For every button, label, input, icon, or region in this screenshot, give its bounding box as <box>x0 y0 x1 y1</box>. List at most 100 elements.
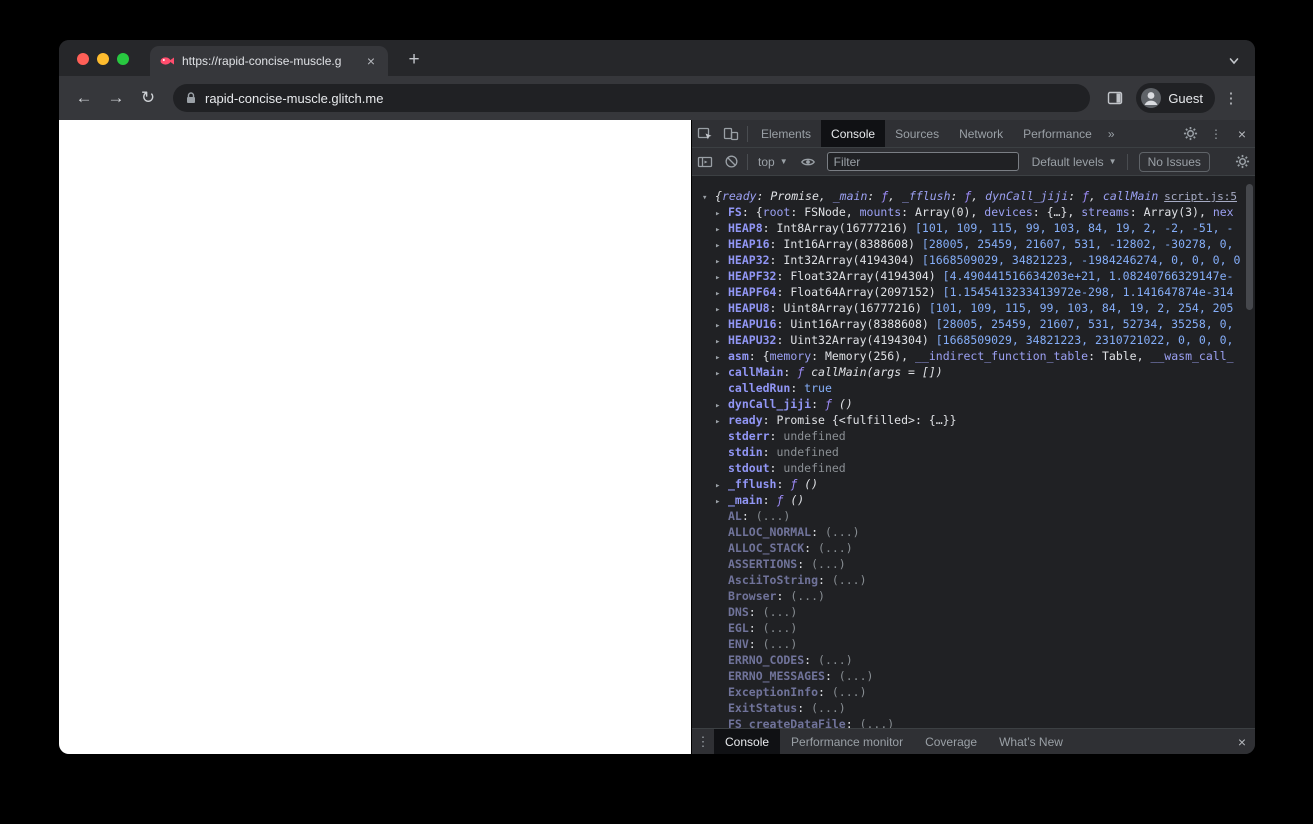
drawer-tab-console[interactable]: Console <box>714 729 781 754</box>
devtools-tab-sources[interactable]: Sources <box>885 120 949 147</box>
console-sidebar-icon[interactable] <box>692 149 718 175</box>
browser-tab[interactable]: https://rapid-concise-muscle.g × <box>150 46 388 76</box>
side-panel-icon[interactable] <box>1100 83 1130 113</box>
tab-close-icon[interactable]: × <box>363 53 379 69</box>
console-tree-row-heap8[interactable]: ▸ HEAP8: Int8Array(16777216) [101, 109, 1… <box>692 220 1255 236</box>
expand-arrow-icon[interactable]: ▸ <box>715 414 728 428</box>
reload-icon[interactable]: ↻ <box>133 83 163 113</box>
console-tree-row-heap32[interactable]: ▸ HEAP32: Int32Array(4194304) [1668509029… <box>692 252 1255 268</box>
console-tree-row-heap16[interactable]: ▸ HEAP16: Int16Array(8388608) [28005, 254… <box>692 236 1255 252</box>
zoom-window-button[interactable] <box>117 53 129 65</box>
value-segment[interactable]: (...) <box>763 637 798 651</box>
devtools-close-icon[interactable]: × <box>1229 121 1255 147</box>
value-segment[interactable]: (...) <box>860 717 895 728</box>
value-segment[interactable]: (...) <box>832 685 867 699</box>
devtools-tab-elements[interactable]: Elements <box>751 120 821 147</box>
value-segment[interactable]: (...) <box>811 557 846 571</box>
profile-button[interactable]: Guest <box>1136 83 1215 113</box>
forward-icon[interactable]: → <box>101 83 131 113</box>
console-tree-row-ready[interactable]: ▸ ready: Promise {<fulfilled>: {…}} <box>692 412 1255 428</box>
drawer-tab-performance-monitor[interactable]: Performance monitor <box>780 729 914 754</box>
devtools-tab-console[interactable]: Console <box>821 120 886 147</box>
console-tree-row-browser[interactable]: Browser: (...) <box>692 588 1255 604</box>
value-segment[interactable]: (...) <box>763 621 798 635</box>
expand-arrow-icon[interactable]: ▸ <box>715 494 728 508</box>
context-selector[interactable]: top ▼ <box>751 155 795 169</box>
console-tree-row-alloc-normal[interactable]: ALLOC_NORMAL: (...) <box>692 524 1255 540</box>
browser-menu-icon[interactable]: ⋮ <box>1217 84 1245 112</box>
drawer-tab-what-s-new[interactable]: What’s New <box>988 729 1074 754</box>
expand-arrow-icon[interactable]: ▸ <box>715 238 728 252</box>
expand-arrow-icon[interactable]: ▸ <box>715 398 728 412</box>
expand-arrow-icon[interactable]: ▸ <box>715 478 728 492</box>
console-tree-row-assertions[interactable]: ASSERTIONS: (...) <box>692 556 1255 572</box>
console-tree-row-egl[interactable]: EGL: (...) <box>692 620 1255 636</box>
expand-arrow-icon[interactable]: ▸ <box>715 270 728 284</box>
drawer-close-icon[interactable]: × <box>1229 729 1255 754</box>
more-tabs-button[interactable]: » <box>1102 127 1121 141</box>
console-tree-row-asm[interactable]: ▸ asm: {memory: Memory(256), __indirect_f… <box>692 348 1255 364</box>
value-segment[interactable]: (...) <box>818 653 853 667</box>
console-tree-row-al[interactable]: AL: (...) <box>692 508 1255 524</box>
console-tree-row-alloc-stack[interactable]: ALLOC_STACK: (...) <box>692 540 1255 556</box>
value-segment[interactable]: (...) <box>756 509 791 523</box>
devtools-tab-network[interactable]: Network <box>949 120 1013 147</box>
expand-arrow-icon[interactable]: ▸ <box>715 222 728 236</box>
value-segment[interactable]: (...) <box>763 605 798 619</box>
expand-arrow-icon[interactable]: ▸ <box>715 206 728 220</box>
value-segment[interactable]: (...) <box>839 669 874 683</box>
scrollbar-thumb[interactable] <box>1246 184 1253 310</box>
console-tree-row-callmain[interactable]: ▸ callMain: ƒ callMain(args = []) <box>692 364 1255 380</box>
console-tree-row-heapu8[interactable]: ▸ HEAPU8: Uint8Array(16777216) [101, 109,… <box>692 300 1255 316</box>
expand-arrow-icon[interactable]: ▸ <box>715 366 728 380</box>
expand-arrow-icon[interactable]: ▸ <box>715 286 728 300</box>
expand-arrow-icon[interactable]: ▸ <box>715 350 728 364</box>
devtools-tab-performance[interactable]: Performance <box>1013 120 1102 147</box>
minimize-window-button[interactable] <box>97 53 109 65</box>
drawer-tab-coverage[interactable]: Coverage <box>914 729 988 754</box>
source-link[interactable]: script.js:5 <box>1158 189 1237 205</box>
console-tree-row-exitstatus[interactable]: ExitStatus: (...) <box>692 700 1255 716</box>
issues-counter[interactable]: No Issues <box>1138 151 1210 172</box>
value-segment[interactable]: (...) <box>832 573 867 587</box>
expand-arrow-icon[interactable]: ▸ <box>715 318 728 332</box>
console-tree-row-errno-messages[interactable]: ERRNO_MESSAGES: (...) <box>692 668 1255 684</box>
console-tree-row-fs[interactable]: ▸ FS: {root: FSNode, mounts: Array(0), de… <box>692 204 1255 220</box>
console-tree-row-heapf32[interactable]: ▸ HEAPF32: Float32Array(4194304) [4.49044… <box>692 268 1255 284</box>
clear-console-icon[interactable] <box>718 149 744 175</box>
devtools-settings-gear-icon[interactable] <box>1177 121 1203 147</box>
console-tree-row-dyncall-jiji[interactable]: ▸ dynCall_jiji: ƒ () <box>692 396 1255 412</box>
value-segment[interactable]: (...) <box>790 589 825 603</box>
console-tree-row-dns[interactable]: DNS: (...) <box>692 604 1255 620</box>
console-tree-row-fs-createdatafile[interactable]: FS_createDataFile: (...) <box>692 716 1255 728</box>
value-segment[interactable]: (...) <box>825 525 860 539</box>
new-tab-button[interactable]: + <box>401 47 427 73</box>
eye-icon[interactable] <box>795 149 821 175</box>
console-tree-row--fflush[interactable]: ▸ _fflush: ƒ () <box>692 476 1255 492</box>
value-segment[interactable]: (...) <box>811 701 846 715</box>
console-tree-row-heapf64[interactable]: ▸ HEAPF64: Float64Array(2097152) [1.15454… <box>692 284 1255 300</box>
log-levels-dropdown[interactable]: Default levels ▼ <box>1025 155 1124 169</box>
inspect-element-icon[interactable] <box>692 121 718 147</box>
back-icon[interactable]: ← <box>69 83 99 113</box>
expand-arrow-icon[interactable]: ▸ <box>715 334 728 348</box>
tab-strip-chevron-icon[interactable] <box>1227 54 1241 68</box>
console-tree-row-heapu32[interactable]: ▸ HEAPU32: Uint32Array(4194304) [16685090… <box>692 332 1255 348</box>
filter-input[interactable] <box>826 152 1019 171</box>
console-tree-row-heapu16[interactable]: ▸ HEAPU16: Uint16Array(8388608) [28005, 2… <box>692 316 1255 332</box>
value-segment[interactable]: (...) <box>818 541 853 555</box>
console-tree-row-exceptioninfo[interactable]: ExceptionInfo: (...) <box>692 684 1255 700</box>
expand-arrow-icon[interactable]: ▸ <box>715 302 728 316</box>
collapse-arrow-icon[interactable]: ▾ <box>702 190 715 204</box>
close-window-button[interactable] <box>77 53 89 65</box>
console-tree-row-env[interactable]: ENV: (...) <box>692 636 1255 652</box>
devtools-menu-icon[interactable]: ⋮ <box>1203 121 1229 147</box>
console-tree-row-asciitostring[interactable]: AsciiToString: (...) <box>692 572 1255 588</box>
address-bar[interactable]: rapid-concise-muscle.glitch.me <box>173 84 1091 112</box>
console-tree-row--main[interactable]: ▸ _main: ƒ () <box>692 492 1255 508</box>
device-toolbar-icon[interactable] <box>718 121 744 147</box>
console-scrollbar[interactable] <box>1245 176 1255 728</box>
drawer-menu-icon[interactable]: ⋮ <box>692 729 714 754</box>
console-tree-row-errno-codes[interactable]: ERRNO_CODES: (...) <box>692 652 1255 668</box>
console-settings-gear-icon[interactable] <box>1229 149 1255 175</box>
